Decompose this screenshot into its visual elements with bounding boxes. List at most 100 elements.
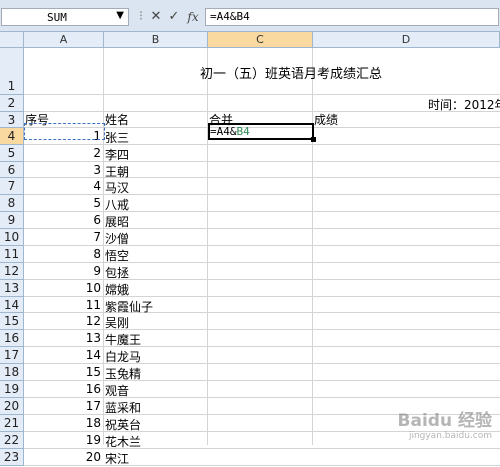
cell-name[interactable]: 白龙马 — [105, 348, 141, 365]
grid-row-line — [24, 448, 500, 449]
cell-name[interactable]: 展昭 — [105, 213, 129, 230]
cell-seq[interactable]: 18 — [24, 416, 101, 430]
column-header-b[interactable]: B — [104, 32, 208, 48]
row-header-18[interactable]: 18 — [0, 364, 24, 381]
fill-handle[interactable] — [311, 137, 316, 142]
cell-name[interactable]: 祝英台 — [105, 416, 141, 433]
cell-seq[interactable]: 2 — [24, 146, 101, 160]
row-header-2[interactable]: 2 — [0, 95, 24, 112]
cell-name[interactable]: 包拯 — [105, 264, 129, 281]
grid-row-line — [24, 194, 500, 195]
enter-button[interactable]: ✓ — [166, 8, 182, 26]
row-header-5[interactable]: 5 — [0, 145, 24, 162]
cell-seq[interactable]: 10 — [24, 281, 101, 295]
cell-seq[interactable]: 9 — [24, 264, 101, 278]
grid-row-line — [24, 144, 500, 145]
formula-tools: ⁝ ✕ ✓ fx — [136, 8, 202, 26]
grid-column-line — [207, 48, 208, 445]
watermark-main: Baidu 经验 — [397, 411, 492, 431]
row-header-16[interactable]: 16 — [0, 330, 24, 347]
row-header-17[interactable]: 17 — [0, 347, 24, 364]
cell-name[interactable]: 李四 — [105, 146, 129, 163]
header-name: 姓名 — [105, 113, 130, 127]
grid-row-line — [24, 363, 500, 364]
cell-seq[interactable]: 11 — [24, 298, 101, 312]
cell-name[interactable]: 王朝 — [105, 163, 129, 180]
row-header-6[interactable]: 6 — [0, 162, 24, 178]
cell-seq[interactable]: 7 — [24, 230, 101, 244]
drag-handle-icon[interactable]: ⁝ — [136, 8, 146, 26]
cell-name[interactable]: 观音 — [105, 382, 129, 399]
grid-row-line — [24, 262, 500, 263]
insert-function-button[interactable]: fx — [184, 8, 202, 26]
cell-name[interactable]: 宋江 — [105, 450, 129, 467]
select-all-corner[interactable] — [0, 32, 24, 48]
cell-seq[interactable]: 6 — [24, 213, 101, 227]
row-header-10[interactable]: 10 — [0, 229, 24, 246]
cell-name[interactable]: 八戒 — [105, 196, 129, 213]
row-header-14[interactable]: 14 — [0, 297, 24, 313]
row-header-20[interactable]: 20 — [0, 398, 24, 415]
name-box[interactable]: SUM ▼ — [1, 8, 129, 26]
cell-name[interactable]: 花木兰 — [105, 433, 141, 450]
grid-row-line — [24, 177, 500, 178]
row-header-19[interactable]: 19 — [0, 381, 24, 398]
name-box-value: SUM — [47, 11, 67, 24]
cell-seq[interactable]: 17 — [24, 399, 101, 413]
time-label: 时间：2012年 — [428, 98, 500, 112]
cell-name[interactable]: 马汉 — [105, 179, 129, 196]
header-score: 成绩 — [314, 113, 339, 127]
cell-name[interactable]: 牛魔王 — [105, 331, 141, 348]
grid-row-line — [24, 312, 500, 313]
chevron-down-icon[interactable]: ▼ — [116, 10, 124, 21]
row-header-3[interactable]: 3 — [0, 112, 24, 128]
grid-row-line — [24, 245, 500, 246]
row-header-15[interactable]: 15 — [0, 313, 24, 330]
cell-seq[interactable]: 15 — [24, 365, 101, 379]
cell-name[interactable]: 吴刚 — [105, 314, 129, 331]
cell-name[interactable]: 紫霞仙子 — [105, 298, 153, 315]
column-header-d[interactable]: D — [313, 32, 500, 48]
cell-seq[interactable]: 12 — [24, 314, 101, 328]
cell-seq[interactable]: 14 — [24, 348, 101, 362]
cell-name[interactable]: 蓝采和 — [105, 399, 141, 416]
row-header-23[interactable]: 23 — [0, 449, 24, 466]
grid-row-line — [24, 94, 500, 95]
row-header-22[interactable]: 22 — [0, 432, 24, 449]
cell-c4-editing[interactable]: =A4&B4 — [210, 125, 250, 138]
formula-input[interactable]: =A4&B4 — [205, 8, 499, 26]
cell-name[interactable]: 玉兔精 — [105, 365, 141, 382]
formula-ref-b4: B4 — [236, 125, 250, 138]
row-header-4[interactable]: 4 — [0, 128, 24, 145]
cell-name[interactable]: 张三 — [105, 129, 129, 146]
row-header-21[interactable]: 21 — [0, 415, 24, 432]
row-header-12[interactable]: 12 — [0, 263, 24, 280]
cell-name[interactable]: 悟空 — [105, 247, 129, 264]
cell-seq[interactable]: 5 — [24, 196, 101, 210]
row-header-13[interactable]: 13 — [0, 280, 24, 297]
cell-seq[interactable]: 3 — [24, 163, 101, 177]
row-header-1[interactable]: 1 — [0, 48, 24, 95]
grid-column-line — [312, 48, 313, 445]
reference-highlight-a4 — [24, 123, 105, 140]
cell-name[interactable]: 嫦娥 — [105, 281, 129, 298]
column-header-a[interactable]: A — [24, 32, 104, 48]
column-header-c[interactable]: C — [208, 32, 313, 48]
cell-seq[interactable]: 16 — [24, 382, 101, 396]
cell-seq[interactable]: 13 — [24, 331, 101, 345]
row-header-8[interactable]: 8 — [0, 195, 24, 212]
row-header-11[interactable]: 11 — [0, 246, 24, 263]
row-header-9[interactable]: 9 — [0, 212, 24, 229]
cell-name[interactable]: 沙僧 — [105, 230, 129, 247]
row-header-7[interactable]: 7 — [0, 178, 24, 195]
grid-row-line — [24, 380, 500, 381]
worksheet-grid[interactable]: 初一（五）班英语月考成绩汇总 时间：2012年 序号 姓名 合并 成绩 1 张三 2… — [24, 48, 500, 466]
watermark: Baidu 经验 jingyan.baidu.com — [398, 406, 492, 441]
cell-seq[interactable]: 20 — [24, 450, 101, 464]
cell-seq[interactable]: 4 — [24, 179, 101, 193]
grid-row-line — [24, 228, 500, 229]
grid-row-line — [24, 296, 500, 297]
cancel-button[interactable]: ✕ — [148, 8, 164, 26]
grid-column-line — [103, 48, 104, 445]
cell-seq[interactable]: 8 — [24, 247, 101, 261]
